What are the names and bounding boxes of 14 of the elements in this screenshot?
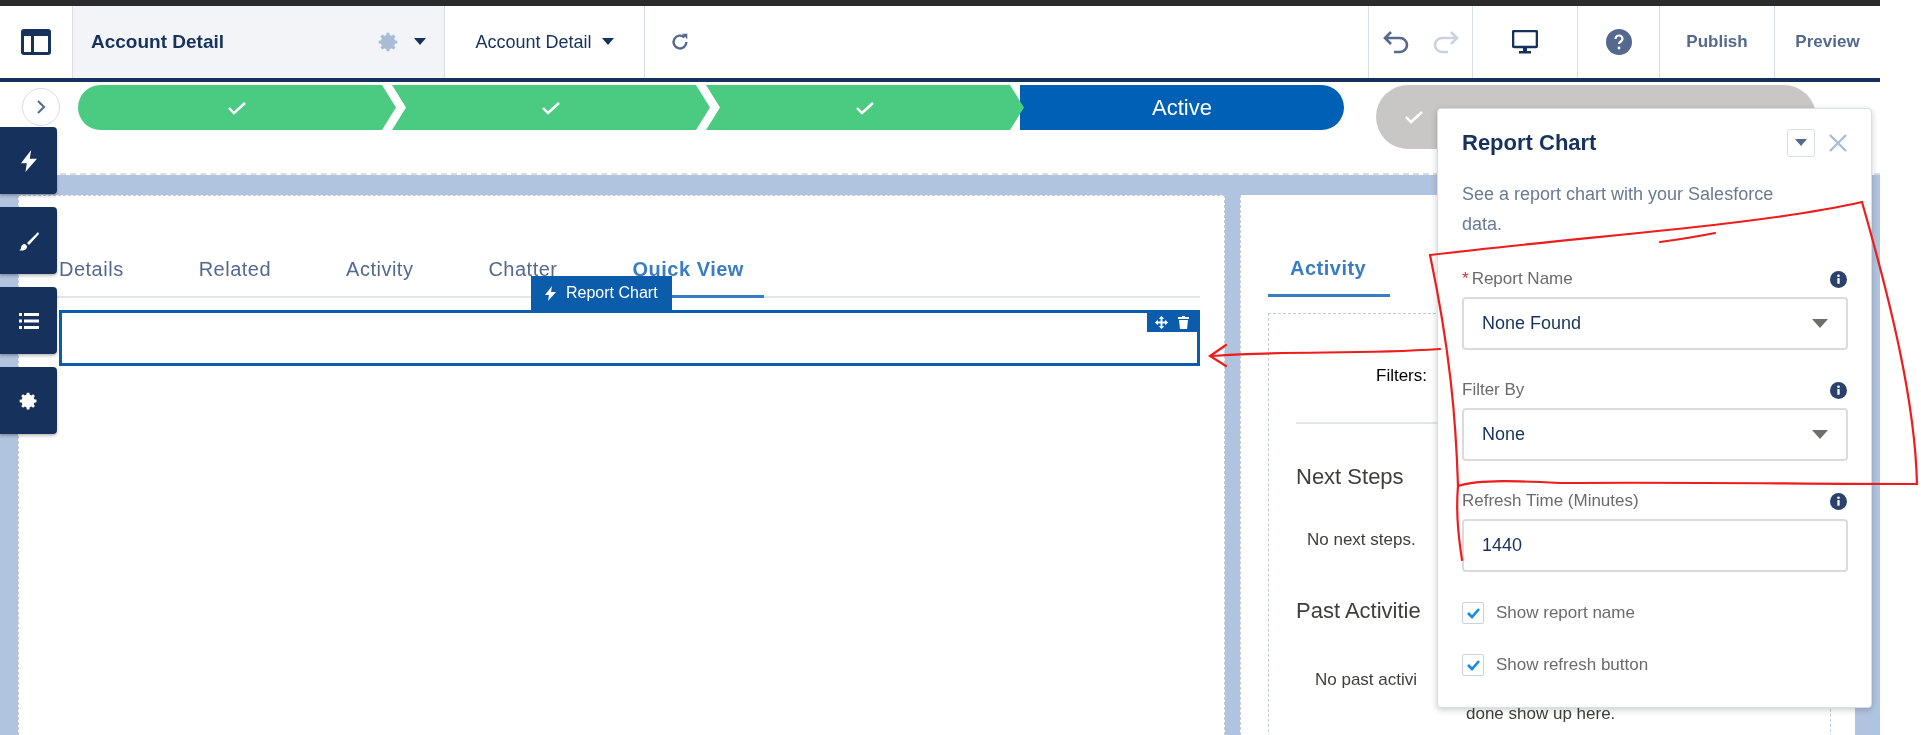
- field-label: Filter By: [1462, 380, 1525, 400]
- field-label: Refresh Time (Minutes): [1462, 491, 1639, 511]
- checkbox-label: Show report name: [1496, 603, 1635, 623]
- page-name: Account Detail: [91, 31, 226, 53]
- checkbox-label: Show refresh button: [1496, 655, 1649, 675]
- field-label: * Report Name: [1462, 269, 1573, 289]
- panel-title: Report Chart: [1462, 130, 1598, 156]
- empty-text: done show up here.: [1466, 704, 1616, 724]
- filters-label: Filters:: [1376, 366, 1427, 386]
- empty-text: No past activi: [1315, 670, 1418, 690]
- empty-text: No next steps.: [1307, 530, 1416, 550]
- section-title: Next Steps: [1296, 464, 1404, 490]
- panel-description: See a report chart with your Salesforce data.: [1462, 183, 1775, 236]
- section-title: Past Activitie: [1296, 598, 1421, 624]
